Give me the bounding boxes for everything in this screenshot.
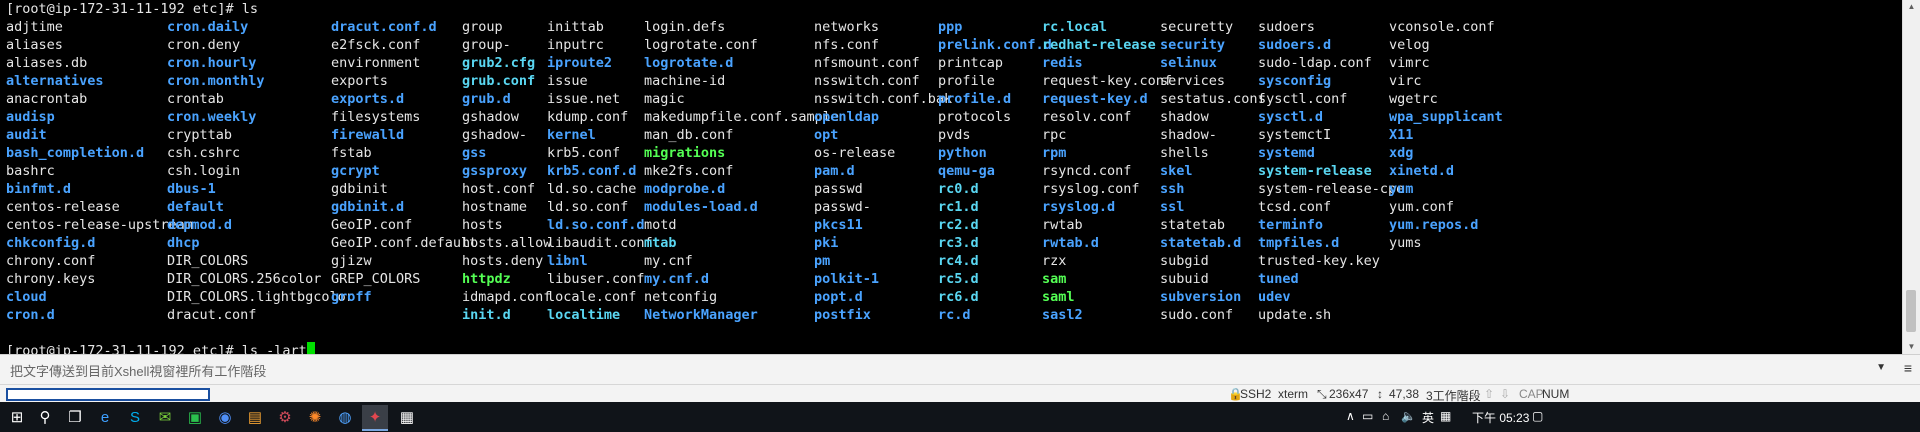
settings-gear-icon[interactable]: ⚙ bbox=[272, 405, 298, 429]
file-entry: velog bbox=[1389, 37, 1430, 53]
scroll-down-icon[interactable]: ▼ bbox=[1903, 340, 1920, 354]
prompt-command: [root@ip-172-31-11-192 etc]# ls -lart bbox=[6, 343, 307, 354]
vertical-scrollbar[interactable]: ▲ ▼ bbox=[1902, 0, 1920, 354]
cursor bbox=[306, 342, 315, 354]
file-entry: yum bbox=[1389, 181, 1414, 197]
resize-icon: ⤡ bbox=[1317, 387, 1327, 401]
ls-column: vconsole.conf velog vimrc virc wgetrc wpa_sup… bbox=[1389, 18, 1589, 252]
file-entry: xdg bbox=[1389, 145, 1414, 161]
arrow-down-icon: ⇩ bbox=[1500, 387, 1511, 401]
prompt-line-2: [root@ip-172-31-11-192 etc]# ls -lart bbox=[6, 342, 315, 354]
compose-bar[interactable]: 把文字傳送到目前Xshell視窗裡所有工作階段 ▼ ≡ bbox=[0, 354, 1920, 385]
ime-indicator[interactable]: 英 bbox=[1422, 409, 1434, 426]
sublime-icon[interactable]: ▤ bbox=[242, 405, 268, 429]
file-entry: trusted-key.key bbox=[1258, 253, 1380, 269]
network-icon[interactable]: ⌂ bbox=[1382, 409, 1389, 423]
messenger-icon[interactable]: ◍ bbox=[332, 405, 358, 429]
tray-app-icon[interactable]: ▭ bbox=[1362, 409, 1373, 423]
tray-expand-icon[interactable]: ∧ bbox=[1346, 409, 1355, 423]
task-view-icon[interactable]: ❐ bbox=[62, 405, 88, 429]
file-entry: wgetrc bbox=[1389, 91, 1438, 107]
cursor-pos-icon: ↕ bbox=[1377, 387, 1383, 401]
file-entry: wpa_supplicant bbox=[1389, 109, 1503, 125]
edge-icon[interactable]: e bbox=[92, 405, 118, 429]
chevron-down-icon[interactable]: ▼ bbox=[1876, 362, 1886, 373]
scroll-thumb[interactable] bbox=[1906, 290, 1916, 332]
status-progress bbox=[6, 388, 210, 401]
file-entry: yums bbox=[1389, 235, 1422, 251]
prompt-line-1: [root@ip-172-31-11-192 etc]# ls bbox=[6, 1, 258, 17]
search-icon[interactable]: ⚲ bbox=[32, 405, 58, 429]
terminal-window[interactable]: [root@ip-172-31-11-192 etc]# ls adjtime a… bbox=[0, 0, 1903, 354]
menu-icon[interactable]: ≡ bbox=[1904, 360, 1912, 376]
file-entry: X11 bbox=[1389, 127, 1414, 143]
file-entry: yum.repos.d bbox=[1389, 217, 1479, 233]
file-entry: vconsole.conf bbox=[1389, 19, 1495, 35]
app-swirl-icon[interactable]: ✺ bbox=[302, 405, 328, 429]
status-cap: CAP bbox=[1519, 387, 1544, 401]
xshell-icon[interactable]: ✦ bbox=[362, 405, 388, 431]
status-size: 236x47 bbox=[1329, 387, 1369, 401]
notification-icon[interactable]: ▢ bbox=[1532, 409, 1543, 423]
file-entry: update.sh bbox=[1258, 307, 1332, 323]
line-icon[interactable]: ▣ bbox=[182, 405, 208, 429]
status-terminal-type: xterm bbox=[1278, 387, 1308, 401]
calculator-icon[interactable]: ▦ bbox=[394, 405, 420, 429]
windows-start-icon[interactable]: ⊞ bbox=[4, 405, 30, 429]
ls-output: adjtime aliases aliases.db alternatives anac… bbox=[6, 18, 1903, 342]
wechat-icon[interactable]: ✉ bbox=[152, 405, 178, 429]
windows-taskbar: ⊞ ⚲ ❐ e S ✉ ▣ ◉ ▤ ⚙ ✺ ◍ ✦ ▦ ∧ ▭ ⌂ 🔈 英 ▦ … bbox=[0, 402, 1920, 432]
status-ssh: SSH2 bbox=[1240, 387, 1272, 401]
file-entry: yum.conf bbox=[1389, 199, 1455, 215]
status-cursor-position: 47,38 bbox=[1389, 387, 1420, 401]
file-entry: vimrc bbox=[1389, 55, 1430, 71]
file-entry: xinetd.d bbox=[1389, 163, 1455, 179]
tray-grid-icon[interactable]: ▦ bbox=[1440, 409, 1451, 423]
file-entry: dracut.conf bbox=[167, 307, 257, 323]
file-entry: udev bbox=[1258, 289, 1291, 305]
status-num: NUM bbox=[1542, 387, 1570, 401]
skype-icon[interactable]: S bbox=[122, 405, 148, 429]
scroll-up-icon[interactable]: ▲ bbox=[1903, 0, 1920, 14]
chrome-icon[interactable]: ◉ bbox=[212, 405, 238, 429]
status-bar: 🔒 SSH2 xterm ⤡ 236x47 ↕ 47,38 3工作階段 ⇧ ⇩ … bbox=[0, 384, 1920, 403]
file-entry: virc bbox=[1389, 73, 1422, 89]
file-entry: tuned bbox=[1258, 271, 1299, 287]
volume-icon[interactable]: 🔈 bbox=[1401, 409, 1416, 423]
clock[interactable]: 下午 05:23 bbox=[1472, 409, 1529, 426]
compose-input[interactable]: 把文字傳送到目前Xshell視窗裡所有工作階段 bbox=[10, 361, 266, 380]
arrow-up-icon: ⇧ bbox=[1484, 387, 1495, 401]
